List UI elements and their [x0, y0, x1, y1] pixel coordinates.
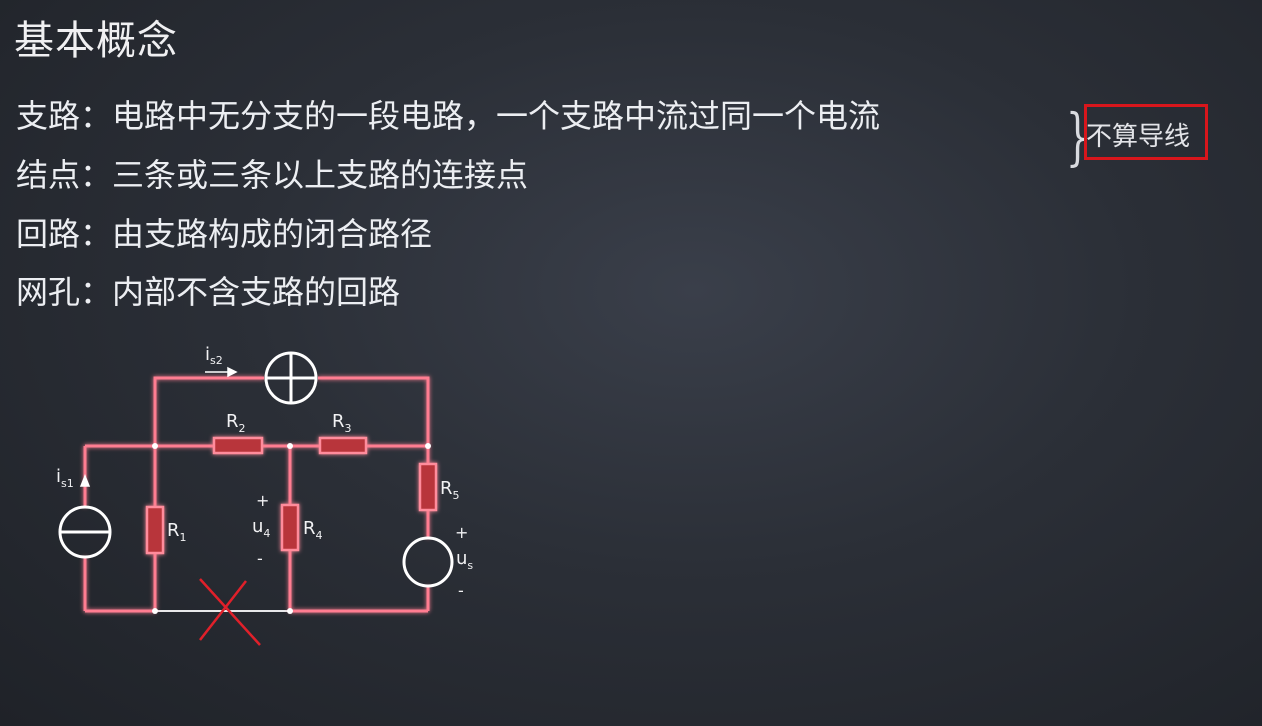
current-source-is2 — [264, 351, 318, 405]
label-is2: is2 — [205, 344, 223, 367]
label-r3: R3 — [332, 411, 352, 435]
resistor-r3 — [318, 436, 368, 455]
current-source-is1 — [58, 505, 112, 559]
wire-top-left — [153, 376, 264, 446]
label-us: us — [456, 548, 473, 572]
label-is1: is1 — [56, 466, 74, 490]
label-us-plus: + — [455, 523, 468, 542]
resistor-r2 — [212, 436, 264, 455]
resistor-r5 — [418, 462, 438, 512]
label-u4: u4 — [252, 516, 270, 540]
label-r2: R2 — [226, 411, 246, 435]
slide: 基本概念 支路：电路中无分支的一段电路，一个支路中流过同一个电流 结点：三条或三… — [0, 0, 1262, 726]
resistor-r1 — [145, 505, 165, 555]
arrow-is2 — [205, 366, 238, 378]
voltage-source-us — [402, 536, 454, 588]
label-us-minus: - — [458, 581, 464, 600]
label-r4: R4 — [303, 518, 323, 542]
circuit-diagram: is2 is1 R2 R3 R1 R4 R5 + u4 - + us - — [56, 344, 473, 646]
label-r5: R5 — [440, 478, 460, 502]
resistor-r4 — [280, 503, 300, 552]
label-u4-plus: + — [256, 491, 269, 510]
arrow-is1 — [79, 473, 91, 487]
label-u4-minus: - — [257, 549, 263, 568]
label-r1: R1 — [167, 520, 187, 544]
